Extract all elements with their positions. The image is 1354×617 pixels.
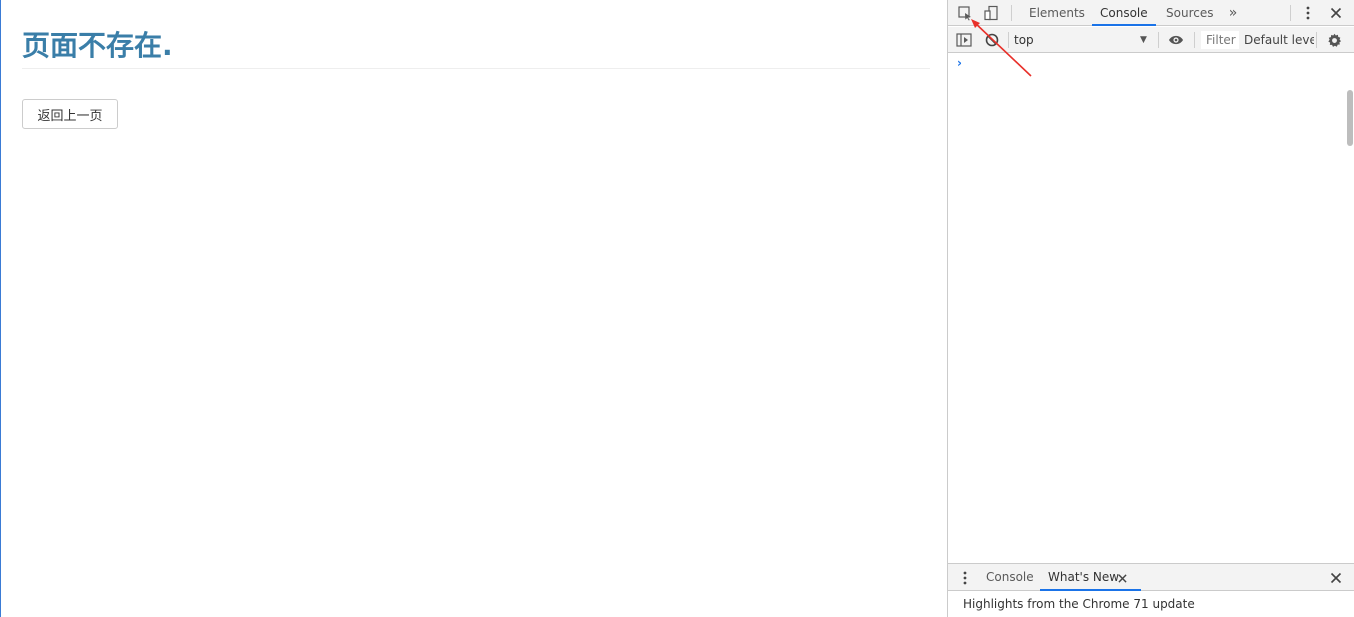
console-prompt[interactable]: › bbox=[957, 56, 962, 70]
sidebar-toggle-icon[interactable] bbox=[954, 30, 974, 50]
device-toolbar-icon[interactable] bbox=[981, 3, 1001, 23]
page-viewport: 页面不存在. 返回上一页 bbox=[0, 0, 948, 617]
toolbar-separator bbox=[1008, 32, 1009, 48]
close-drawer-icon[interactable] bbox=[1326, 568, 1346, 588]
tab-sources[interactable]: Sources bbox=[1158, 0, 1221, 26]
filter-input[interactable]: Filter bbox=[1201, 31, 1239, 49]
log-levels-selector[interactable]: Default leve bbox=[1244, 30, 1314, 50]
drawer-tabbar: Console What's New bbox=[948, 563, 1354, 591]
eye-icon[interactable] bbox=[1166, 30, 1186, 50]
gear-icon[interactable] bbox=[1324, 30, 1344, 50]
toolbar-separator bbox=[1290, 5, 1291, 21]
toolbar-separator bbox=[1011, 5, 1012, 21]
console-output[interactable]: › bbox=[948, 54, 1354, 562]
page-title: 页面不存在. bbox=[22, 29, 173, 62]
whats-new-panel: Highlights from the Chrome 71 update bbox=[948, 592, 1354, 617]
devtools-panel: Elements Console Sources » top ▼ Filter … bbox=[947, 0, 1354, 617]
tab-console[interactable]: Console bbox=[1092, 0, 1156, 26]
close-icon[interactable] bbox=[1326, 3, 1346, 23]
whats-new-text[interactable]: Highlights from the Chrome 71 update bbox=[963, 597, 1195, 611]
toolbar-separator bbox=[1194, 32, 1195, 48]
tab-elements[interactable]: Elements bbox=[1021, 0, 1093, 26]
chevron-down-icon: ▼ bbox=[1140, 35, 1147, 45]
toolbar-separator bbox=[1158, 32, 1159, 48]
inspect-element-icon[interactable] bbox=[955, 3, 975, 23]
toolbar-separator bbox=[1316, 32, 1317, 48]
close-tab-icon[interactable] bbox=[1112, 568, 1132, 588]
drawer-menu-icon[interactable] bbox=[955, 568, 975, 588]
back-button[interactable]: 返回上一页 bbox=[22, 99, 118, 129]
context-selector[interactable]: top bbox=[1014, 30, 1154, 50]
more-tabs-icon[interactable]: » bbox=[1223, 3, 1243, 23]
console-toolbar: top ▼ Filter Default leve bbox=[948, 27, 1354, 53]
clear-console-icon[interactable] bbox=[982, 30, 1002, 50]
drawer-tab-label: What's New bbox=[1048, 570, 1120, 584]
kebab-menu-icon[interactable] bbox=[1298, 3, 1318, 23]
scrollbar-thumb[interactable] bbox=[1347, 90, 1353, 146]
devtools-tabbar: Elements Console Sources » bbox=[948, 0, 1354, 26]
title-divider bbox=[22, 68, 930, 69]
drawer-tab-console[interactable]: Console bbox=[978, 564, 1042, 591]
